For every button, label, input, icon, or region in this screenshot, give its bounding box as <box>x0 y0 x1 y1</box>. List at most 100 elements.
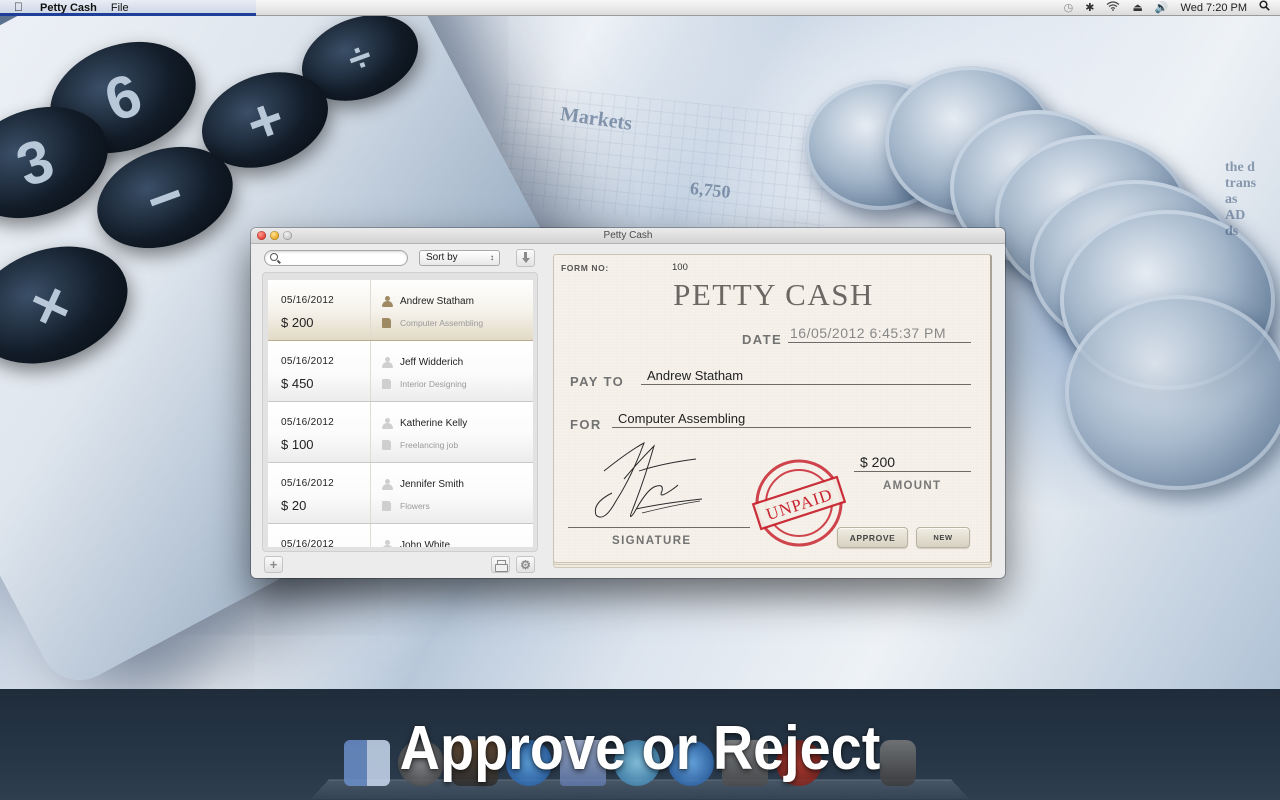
document-icon <box>382 501 391 511</box>
entry-memo: Flowers <box>400 501 430 511</box>
entry-amount: $ 100 <box>281 437 314 452</box>
print-button[interactable] <box>491 556 510 573</box>
entry-left-column: 05/16/2012 $ 450 <box>268 341 371 401</box>
voucher-stack: FORM NO: 100 PETTY CASH DATE 16/05/2012 … <box>553 254 992 572</box>
document-icon <box>382 440 391 450</box>
window-controls <box>257 231 292 240</box>
entry-person: Jennifer Smith <box>382 477 533 491</box>
person-icon <box>382 295 393 307</box>
entry-row[interactable]: 05/16/2012 $ 20 Jennifer Smith Flowers <box>268 463 533 524</box>
gear-icon: ⚙ <box>520 557 531 572</box>
printer-icon <box>495 559 508 572</box>
export-button[interactable] <box>516 249 535 267</box>
entry-person: John White <box>382 538 533 547</box>
unpaid-stamp: UNPAID <box>751 459 847 547</box>
entry-date: 05/16/2012 <box>281 478 335 489</box>
search-field[interactable] <box>264 250 408 266</box>
petty-cash-voucher: FORM NO: 100 PETTY CASH DATE 16/05/2012 … <box>553 254 992 563</box>
approve-button[interactable]: APPROVE <box>837 527 908 548</box>
entry-date: 05/16/2012 <box>281 356 335 367</box>
entry-person: Katherine Kelly <box>382 416 533 430</box>
entry-date: 05/16/2012 <box>281 539 335 547</box>
entry-date: 05/16/2012 <box>281 417 335 428</box>
amount-label: AMOUNT <box>883 480 942 492</box>
minimize-window-button[interactable] <box>270 231 279 240</box>
entries-list-frame: 05/16/2012 $ 200 Andrew Statham Computer As… <box>262 272 538 552</box>
entry-right-column: Jennifer Smith Flowers <box>371 463 533 523</box>
caption-title: Approve or Reject <box>399 714 881 783</box>
eject-icon[interactable]: ⏏ <box>1132 0 1142 16</box>
close-window-button[interactable] <box>257 231 266 240</box>
settings-button[interactable]: ⚙ <box>516 556 535 573</box>
window-title: Petty Cash <box>603 230 653 241</box>
person-icon <box>382 417 393 429</box>
entry-left-column: 05/16/2012 $ 20 <box>268 463 371 523</box>
zoom-window-button[interactable] <box>283 231 292 240</box>
time-machine-icon[interactable]: ◷ <box>1064 0 1074 16</box>
updown-chevron-icon: ↕ <box>490 253 494 262</box>
search-input[interactable] <box>281 252 403 264</box>
date-field[interactable]: 16/05/2012 6:45:37 PM <box>788 326 971 343</box>
search-icon <box>270 253 278 261</box>
entry-memo-line: Flowers <box>382 500 533 512</box>
entry-left-column: 05/16/2012 $ 100 <box>268 402 371 462</box>
document-icon <box>382 318 391 328</box>
entry-memo-line: Freelancing job <box>382 439 533 451</box>
wifi-icon[interactable] <box>1106 0 1120 16</box>
sort-by-dropdown[interactable]: Sort by ↕ <box>419 250 500 266</box>
signature-scribble <box>594 441 703 518</box>
entry-amount: $ 20 <box>281 498 307 513</box>
spotlight-search-icon[interactable] <box>1259 0 1270 16</box>
entry-right-column: Jeff Widderich Interior Designing <box>371 341 533 401</box>
for-label: FOR <box>570 417 602 432</box>
entries-list[interactable]: 05/16/2012 $ 200 Andrew Statham Computer As… <box>268 280 533 547</box>
pay-to-field[interactable]: Andrew Statham <box>641 368 971 385</box>
amount-field[interactable]: $ 200 <box>854 455 971 472</box>
entry-memo: Freelancing job <box>400 440 459 450</box>
date-label: DATE <box>742 332 783 347</box>
menu-file[interactable]: File <box>111 2 129 14</box>
entry-left-column: 05/16/2012 $ 200 <box>268 280 371 340</box>
entries-pane: Sort by ↕ 05/16/2012 $ 200 Andrew Statham C… <box>251 245 547 578</box>
window-titlebar[interactable]: Petty Cash <box>251 228 1005 244</box>
menu-bar:  Petty Cash File ◷ ✱ ⏏ 🔊 Wed 7:20 PM <box>0 0 1280 16</box>
menu-app-name[interactable]: Petty Cash <box>40 2 97 14</box>
person-icon <box>382 478 393 490</box>
signature-line <box>568 527 750 528</box>
person-icon <box>382 356 393 368</box>
petty-cash-window: Petty Cash Sort by ↕ 05/16/2012 $ 200 Andr… <box>251 228 1005 578</box>
signature-area[interactable] <box>568 441 750 531</box>
pay-to-label: PAY TO <box>570 374 625 389</box>
form-number-label: FORM NO: <box>561 263 609 273</box>
voucher-title: PETTY CASH <box>673 277 874 312</box>
entry-name: John White <box>400 539 451 548</box>
entry-name: Katherine Kelly <box>400 417 468 429</box>
bluetooth-icon[interactable]: ✱ <box>1085 0 1094 16</box>
new-button[interactable]: NEW <box>916 527 970 548</box>
entry-name: Jennifer Smith <box>400 478 464 490</box>
signature-label: SIGNATURE <box>612 535 692 547</box>
entry-person: Jeff Widderich <box>382 355 533 369</box>
for-field[interactable]: Computer Assembling <box>612 411 971 428</box>
add-entry-button[interactable]: + <box>264 556 283 573</box>
entry-person: Andrew Statham <box>382 294 533 308</box>
entry-right-column: John White <box>371 524 533 547</box>
entry-row[interactable]: 05/16/2012 $ 450 Jeff Widderich Interior De… <box>268 341 533 402</box>
volume-icon[interactable]: 🔊 <box>1155 0 1169 16</box>
person-icon <box>382 539 393 547</box>
plus-icon: + <box>269 557 278 572</box>
menu-clock[interactable]: Wed 7:20 PM <box>1181 2 1247 14</box>
entry-row[interactable]: 05/16/2012 $ 200 Andrew Statham Computer As… <box>268 280 533 341</box>
entry-right-column: Katherine Kelly Freelancing job <box>371 402 533 462</box>
entry-left-column: 05/16/2012 <box>268 524 371 547</box>
paper-text-right: the d trans as AD ds <box>1225 160 1257 239</box>
entry-row[interactable]: 05/16/2012 $ 100 Katherine Kelly Freelancin… <box>268 402 533 463</box>
entry-memo-line: Interior Designing <box>382 378 533 390</box>
entry-row[interactable]: 05/16/2012 John White <box>268 524 533 547</box>
document-icon <box>382 379 391 389</box>
coin <box>1065 295 1280 490</box>
apple-menu-icon[interactable]:  <box>14 1 26 14</box>
entry-memo: Interior Designing <box>400 379 467 389</box>
sort-by-label: Sort by <box>426 252 458 263</box>
entry-name: Andrew Statham <box>400 295 474 307</box>
